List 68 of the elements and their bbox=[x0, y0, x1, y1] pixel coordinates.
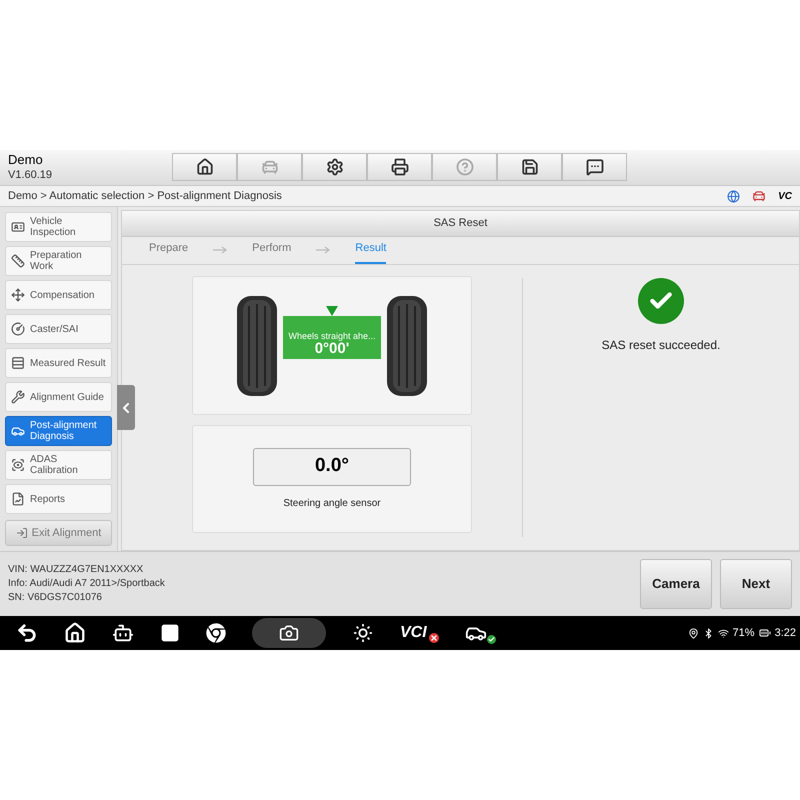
sidebar-item[interactable]: Caster/SAI bbox=[5, 314, 112, 344]
sidebar-item[interactable]: Post-alignment Diagnosis bbox=[5, 416, 112, 446]
home-icon bbox=[196, 158, 214, 176]
list-icon bbox=[11, 356, 25, 370]
vci-status: VC bbox=[778, 190, 792, 204]
globe-icon bbox=[727, 190, 740, 203]
camera-icon bbox=[279, 623, 299, 644]
toolbar-button[interactable] bbox=[302, 153, 367, 182]
app-title: Demo bbox=[8, 152, 44, 169]
app-version: V1.60.19 bbox=[8, 168, 54, 182]
report-icon bbox=[11, 492, 25, 506]
bluetooth-icon bbox=[702, 628, 714, 639]
arrows-icon bbox=[11, 288, 25, 302]
result-message: SAS reset succeeded. bbox=[602, 337, 720, 354]
scan-icon bbox=[11, 458, 25, 472]
arrow-icon bbox=[316, 246, 330, 254]
clock: 3:22 bbox=[774, 626, 796, 641]
sidebar-item[interactable]: Compensation bbox=[5, 280, 112, 310]
gauge-icon bbox=[11, 322, 25, 336]
sidebar-item[interactable]: Vehicle Inspection bbox=[5, 212, 112, 242]
action-button[interactable]: Camera bbox=[640, 559, 712, 610]
wrench-icon bbox=[11, 390, 25, 404]
settings-icon bbox=[326, 158, 344, 176]
sidebar-item[interactable]: Reports bbox=[5, 484, 112, 514]
toolbar-button[interactable] bbox=[497, 153, 562, 182]
recent-apps-icon[interactable] bbox=[160, 623, 180, 644]
error-badge-icon bbox=[428, 633, 439, 644]
check-badge-icon bbox=[486, 635, 496, 644]
sidebar-item[interactable]: Alignment Guide bbox=[5, 382, 112, 412]
exit-icon bbox=[16, 527, 28, 540]
vehicle-info-line: SN: V6DGS7C01076 bbox=[8, 591, 103, 606]
gauge-caption: Wheels straight ahe... bbox=[288, 330, 376, 341]
arrow-icon bbox=[213, 246, 228, 254]
home-icon[interactable] bbox=[64, 622, 86, 644]
sensor-label: Steering angle sensor bbox=[283, 496, 381, 511]
ruler-icon bbox=[11, 254, 25, 268]
camera-button[interactable] bbox=[252, 618, 326, 648]
pointer-icon bbox=[326, 306, 338, 316]
location-icon bbox=[688, 628, 699, 639]
step-label: Perform bbox=[252, 240, 292, 256]
message-icon bbox=[586, 158, 604, 176]
collapse-handle[interactable] bbox=[117, 385, 135, 430]
toolbar-button[interactable] bbox=[172, 153, 237, 182]
battery-icon bbox=[758, 627, 771, 640]
vci-label[interactable]: VCI bbox=[400, 623, 429, 644]
sensor-value-field: 0.0° bbox=[253, 448, 411, 486]
panel-title: SAS Reset bbox=[434, 216, 488, 232]
printer-icon bbox=[390, 158, 408, 176]
sidebar-item[interactable]: ADAS Calibration bbox=[5, 450, 112, 480]
wifi-icon bbox=[718, 628, 729, 639]
step-label: Prepare bbox=[149, 240, 188, 256]
step-label: Result bbox=[355, 240, 386, 264]
sidebar-item[interactable]: Measured Result bbox=[5, 348, 112, 378]
sidebar-item[interactable]: Preparation Work bbox=[5, 246, 112, 276]
action-button[interactable]: Next bbox=[720, 559, 792, 610]
vehicle-info-line: VIN: WAUZZZ4G7EN1XXXXX bbox=[8, 563, 144, 578]
browser-icon[interactable] bbox=[206, 623, 226, 644]
vehicle-info-line: Info: Audi/Audi A7 2011>/Sportback bbox=[8, 577, 165, 592]
brightness-icon[interactable] bbox=[352, 622, 374, 644]
battery-percent: 71% bbox=[732, 626, 755, 641]
breadcrumb: Demo > Automatic selection > Post-alignment Diagnosis bbox=[8, 188, 282, 204]
gauge-reading: 0°00' bbox=[314, 340, 350, 357]
help-icon bbox=[456, 158, 474, 176]
back-icon[interactable] bbox=[16, 622, 38, 644]
save-icon bbox=[520, 158, 538, 176]
toolbar-button[interactable] bbox=[562, 153, 627, 182]
card-icon bbox=[11, 220, 25, 234]
toolbar-button[interactable] bbox=[367, 153, 432, 182]
